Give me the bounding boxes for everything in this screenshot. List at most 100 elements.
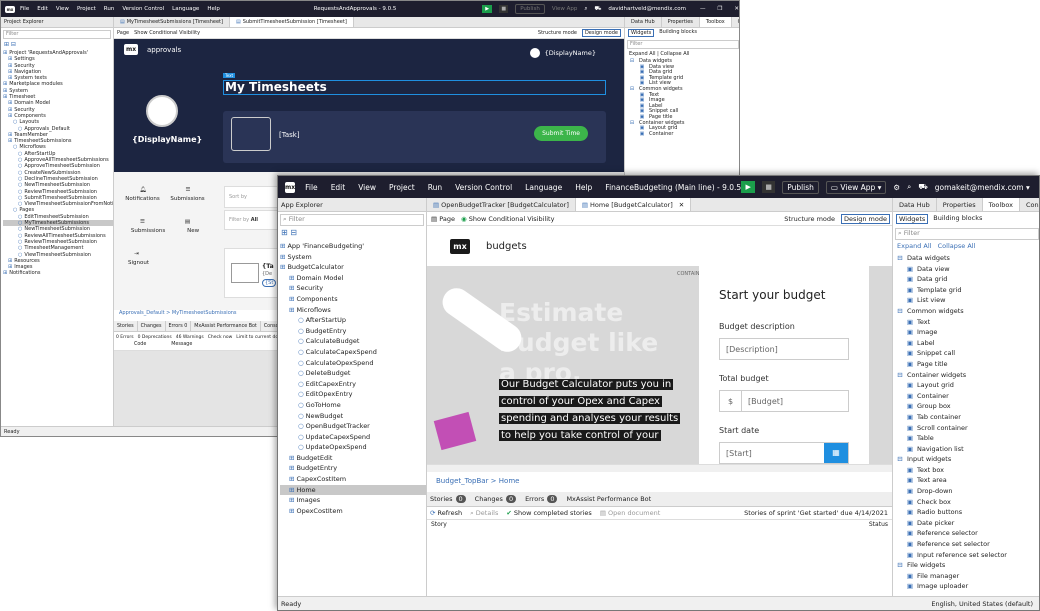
breadcrumb[interactable]: Approvals_Default > MyTimesheetSubmissio…	[114, 310, 237, 316]
tree-item[interactable]: ⊞ System	[280, 252, 426, 263]
user-menu[interactable]: davidhartveld@mendix.com	[608, 6, 686, 12]
description-input[interactable]: [Description]	[719, 338, 849, 360]
run-icon[interactable]: ▶	[482, 5, 493, 13]
menu-item[interactable]: Edit	[331, 183, 346, 192]
toolbox-widget[interactable]: ▣ Snippet call	[896, 348, 1039, 359]
tree-item[interactable]: ⊞ BudgetEdit	[280, 453, 426, 464]
tree-item[interactable]: ○ GoToHome	[280, 400, 426, 411]
locale-selector[interactable]: English, United States (default)	[931, 600, 1033, 608]
close-icon[interactable]: ✕	[734, 6, 739, 12]
nav-submissions[interactable]: Submissions	[170, 195, 204, 204]
tree-item[interactable]: ⊞ BudgetEntry	[280, 463, 426, 474]
marketplace-icon[interactable]: ⛟	[594, 6, 601, 13]
toolbox-widget[interactable]: ▣ Check box	[896, 497, 1039, 508]
search-icon[interactable]: ⌕	[907, 182, 911, 192]
tree-item[interactable]: ○ OpenBudgetTracker	[280, 421, 426, 432]
tree-item[interactable]: ⊞ Home	[280, 484, 426, 496]
start-date-input[interactable]: [Start] ▦	[719, 442, 849, 464]
tree-item[interactable]: ○ EditCapexEntry	[280, 379, 426, 390]
marketplace-icon[interactable]: ⛟	[918, 182, 927, 192]
tree-item[interactable]: ⊞ App 'FinanceBudgeting'	[280, 241, 426, 252]
collapse-all-button[interactable]: Collapse All	[938, 242, 976, 250]
toolbox-widget[interactable]: ▣ Text area	[896, 475, 1039, 486]
toolbox-widget[interactable]: ▣ Group box	[896, 401, 1039, 412]
tree-item[interactable]: ⊞ Microflows	[280, 305, 426, 316]
tree-item[interactable]: ⊞ Security	[280, 283, 426, 294]
bottom-tab[interactable]: MxAssist Performance Bot	[191, 321, 261, 331]
toolbox-widget[interactable]: ▣ Reference selector	[896, 528, 1039, 539]
submission-card[interactable]: {Ta {De {St	[224, 248, 279, 298]
show-completed-toggle[interactable]: ✔ Show completed stories	[506, 509, 591, 517]
col-code[interactable]: Code	[134, 342, 146, 350]
maximize-icon[interactable]: ❐	[717, 6, 722, 12]
document-tab[interactable]: ▤ MyTimesheetSubmissions [Timesheet]	[114, 17, 230, 27]
menu-item[interactable]: Help	[207, 6, 220, 12]
toolbox-widget[interactable]: ▣ Label	[896, 338, 1039, 349]
bottom-tab[interactable]: Stories	[114, 321, 138, 331]
tree-item[interactable]: ○ CalculateOpexSpend	[280, 358, 426, 369]
tree-item[interactable]: ○ AfterStartUp	[280, 315, 426, 326]
bottom-tab-stories[interactable]: Stories 0	[430, 495, 466, 503]
errors-filter-2[interactable]: 46 Warnings	[176, 335, 204, 340]
toolbox-widget[interactable]: ▣ Input reference set selector	[896, 550, 1039, 561]
menu-item[interactable]: View	[358, 183, 376, 192]
toolbox-widget[interactable]: ▣ Date picker	[896, 518, 1039, 529]
show-conditional-toggle[interactable]: Show Conditional Visibility	[134, 30, 200, 36]
toolbox-widget[interactable]: ▣ Image uploader	[896, 581, 1039, 592]
toolbox-widget[interactable]: ▣ Data view	[896, 264, 1039, 275]
structure-mode-button[interactable]: Structure mode	[538, 30, 577, 36]
menu-item[interactable]: Edit	[37, 6, 48, 12]
bottom-tab-changes[interactable]: Changes 0	[475, 495, 517, 503]
toolbox-widget[interactable]: ▣ List view	[896, 295, 1039, 306]
right-tab-connector[interactable]: Connector	[1020, 198, 1039, 211]
toolbox-widget[interactable]: ▣ Navigation list	[896, 444, 1039, 455]
view-app-button[interactable]: ▭ View App ▾	[825, 180, 887, 194]
bottom-tab-mxassist-performance-bot[interactable]: MxAssist Performance Bot	[566, 495, 651, 503]
structure-mode-button[interactable]: Structure mode	[784, 215, 835, 223]
budget-input[interactable]: $ [Budget]	[719, 390, 849, 412]
right-tab-properties[interactable]: Properties	[662, 17, 700, 27]
tree-item[interactable]: ○ BudgetEntry	[280, 326, 426, 337]
right-tab-data-hub[interactable]: Data Hub	[893, 198, 937, 211]
tree-item[interactable]: ⊞ Domain Model	[280, 273, 426, 284]
details-button[interactable]: ⌕ Details	[470, 509, 498, 518]
filter-by-select[interactable]: Filter by All	[224, 210, 284, 230]
toolbox-widget[interactable]: ▣ Image	[896, 327, 1039, 338]
collapse-all-button[interactable]: Collapse All	[660, 51, 689, 57]
toolbox-group[interactable]: ⊟ File widgets	[896, 560, 1039, 571]
canvas-scrollbar[interactable]	[427, 464, 892, 472]
user-display-name[interactable]: {DisplayName}	[545, 49, 596, 57]
submit-time-button[interactable]: Submit Time	[534, 126, 588, 141]
design-mode-button[interactable]: Design mode	[841, 213, 890, 224]
menu-item[interactable]: Project	[389, 183, 415, 192]
refresh-button[interactable]: ⟳ Refresh	[430, 509, 462, 517]
toolbox-group[interactable]: ⊟ Data widgets	[896, 253, 1039, 264]
expand-collapse-icons[interactable]: ⊞ ⊟	[278, 228, 426, 241]
col-message[interactable]: Message	[171, 342, 192, 350]
col-story[interactable]: Story	[431, 521, 447, 529]
toolbox-group[interactable]: ⊟ Container widgets	[896, 370, 1039, 381]
document-tab[interactable]: ▤ OpenBudgetTracker [BudgetCalculator]	[427, 198, 576, 211]
toolbox-widget[interactable]: ▣ Table	[896, 433, 1039, 444]
toolbox-widget[interactable]: ▣ Layout grid	[896, 380, 1039, 391]
stop-icon[interactable]: ■	[762, 181, 776, 193]
show-conditional-toggle[interactable]: ◉ Show Conditional Visibility	[461, 215, 554, 223]
tree-item[interactable]: ⊞ CapexCostItem	[280, 474, 426, 485]
page-heading[interactable]: My Timesheets	[223, 80, 606, 95]
explorer-filter-input[interactable]: Filter	[3, 30, 111, 39]
bottom-tab[interactable]: Errors 0	[166, 321, 192, 331]
toolbox-widget[interactable]: ▣ Drop-down	[896, 486, 1039, 497]
menu-item[interactable]: Language	[172, 6, 199, 12]
toolbox-filter-input[interactable]: Filter	[627, 40, 739, 49]
menu-item[interactable]: Version Control	[455, 183, 512, 192]
toolbox-tab[interactable]: Building blocks	[931, 214, 984, 224]
toolbox-tab[interactable]: Widgets	[896, 214, 929, 224]
right-tab-toolbox[interactable]: Toolbox	[699, 17, 732, 27]
sort-by-select[interactable]: Sort by	[224, 186, 284, 208]
toolbox-widget[interactable]: ▣ Text	[896, 317, 1039, 328]
publish-button[interactable]: Publish	[515, 4, 545, 14]
errors-filter-0[interactable]: 0 Errors	[116, 335, 134, 340]
tree-item[interactable]: ⊞ Notifications	[3, 270, 113, 276]
stop-icon[interactable]: ■	[499, 5, 509, 13]
toolbox-group[interactable]: ⊟ Input widgets	[896, 454, 1039, 465]
